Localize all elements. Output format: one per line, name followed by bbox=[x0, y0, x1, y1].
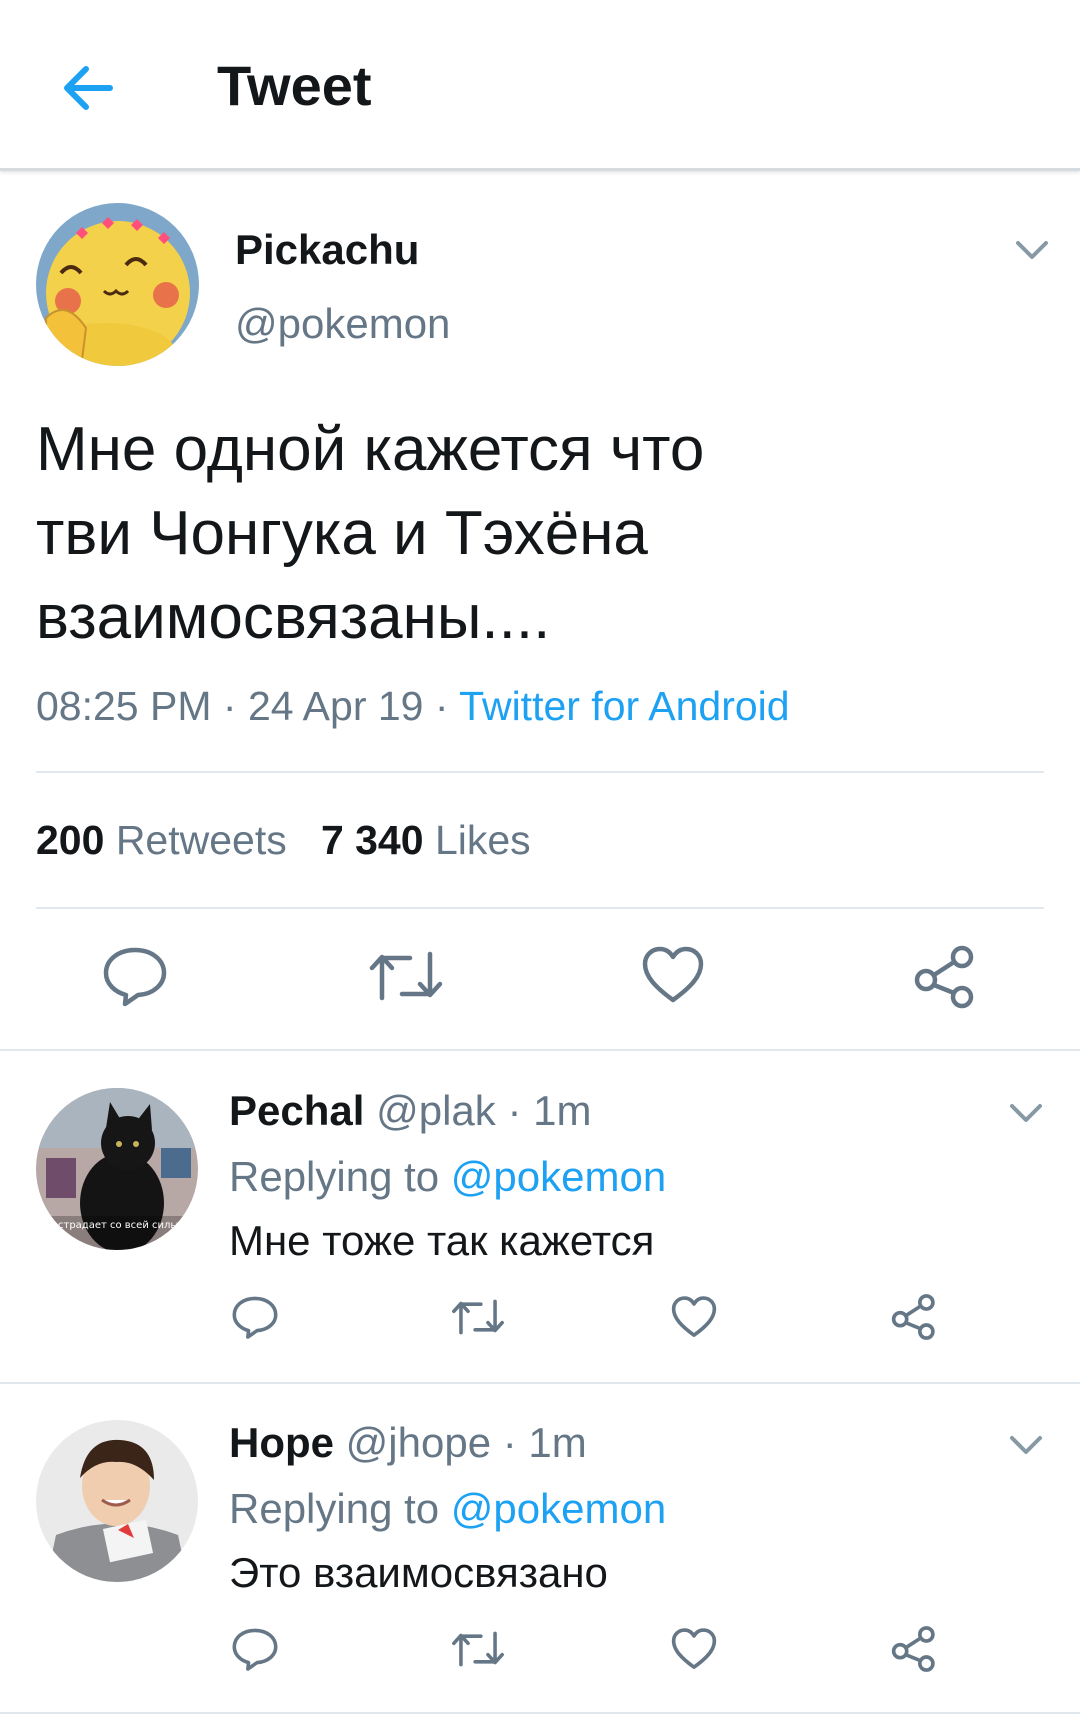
replying-to-mention[interactable]: @pokemon bbox=[451, 1153, 666, 1200]
divider bbox=[0, 1049, 1080, 1051]
reply-time: · 1m bbox=[495, 1087, 592, 1134]
reply-avatar[interactable]: страдает со всей силы bbox=[36, 1088, 198, 1250]
like-button[interactable] bbox=[670, 1294, 718, 1340]
tweet-date: 24 Apr 19 bbox=[247, 683, 424, 729]
reply-text: Мне тоже так кажется bbox=[229, 1217, 655, 1264]
tweet-text-line: Мне одной кажется что bbox=[36, 415, 705, 484]
retweet-icon bbox=[452, 1631, 504, 1667]
tweet-text: Мне одной кажется что тви Чонгука и Тэхё… bbox=[36, 408, 1036, 660]
retweet-button[interactable] bbox=[451, 1627, 505, 1671]
retweets-stat[interactable]: 200 Retweets bbox=[36, 817, 287, 863]
retweet-icon bbox=[452, 1299, 504, 1335]
divider bbox=[36, 771, 1044, 773]
page-title: Tweet bbox=[217, 54, 372, 117]
reply-header: Hope @jhope · 1m bbox=[229, 1415, 587, 1471]
like-icon bbox=[642, 946, 704, 1003]
tweet-stats: 200 Retweets 7 340 Likes bbox=[36, 812, 531, 868]
chevron-down-icon bbox=[1010, 1104, 1042, 1122]
like-button[interactable] bbox=[640, 944, 706, 1006]
replying-to-prefix: Replying to bbox=[229, 1153, 451, 1200]
likes-count: 7 340 bbox=[320, 817, 424, 863]
reply-time: · 1m bbox=[491, 1419, 587, 1466]
reply-icon bbox=[103, 947, 167, 1007]
retweets-count: 200 bbox=[36, 817, 105, 863]
share-button[interactable] bbox=[912, 944, 978, 1010]
replying-to: Replying to @pokemon bbox=[229, 1481, 666, 1537]
back-arrow-icon bbox=[64, 66, 113, 110]
retweet-icon bbox=[369, 951, 443, 1001]
reply-avatar[interactable] bbox=[36, 1420, 198, 1582]
replying-to-mention[interactable]: @pokemon bbox=[451, 1485, 666, 1532]
avatar-caption: страдает со всей силы bbox=[58, 1220, 178, 1231]
chevron-down-icon bbox=[1010, 1436, 1042, 1454]
reply-button[interactable] bbox=[230, 1293, 280, 1341]
retweets-label: Retweets bbox=[115, 817, 287, 863]
reply-author-handle[interactable]: @plak bbox=[376, 1087, 496, 1134]
retweet-button[interactable] bbox=[451, 1295, 505, 1339]
author-name[interactable]: Pickachu bbox=[235, 222, 419, 278]
share-icon bbox=[914, 945, 974, 1009]
divider bbox=[36, 907, 1044, 909]
tweet-text-line: тви Чонгука и Тэхёна bbox=[36, 499, 648, 568]
reply-header: Pechal @plak · 1m bbox=[229, 1083, 591, 1139]
tweet-text-line: взаимосвязаны.... bbox=[36, 583, 551, 652]
likes-stat[interactable]: 7 340 Likes bbox=[321, 817, 531, 863]
like-icon bbox=[671, 1296, 717, 1337]
top-app-bar: Tweet bbox=[0, 0, 1080, 171]
share-button[interactable] bbox=[890, 1625, 938, 1673]
tweet-time: 08:25 PM bbox=[36, 683, 212, 729]
author-avatar[interactable] bbox=[36, 203, 199, 366]
back-button[interactable] bbox=[52, 52, 124, 124]
reply-button[interactable] bbox=[230, 1625, 280, 1673]
meta-separator: · bbox=[211, 683, 248, 729]
likes-label: Likes bbox=[434, 817, 531, 863]
reply-icon bbox=[232, 1628, 278, 1671]
reply-button[interactable] bbox=[100, 944, 170, 1008]
share-icon bbox=[891, 1626, 935, 1672]
reply-menu-button[interactable] bbox=[1006, 1093, 1046, 1133]
tweet-meta: 08:25 PM · 24 Apr 19 · Twitter for Andro… bbox=[36, 678, 790, 734]
meta-separator: · bbox=[423, 683, 460, 729]
retweet-button[interactable] bbox=[368, 946, 444, 1006]
tweet-menu-button[interactable] bbox=[1012, 230, 1052, 270]
reply-author-name[interactable]: Pechal bbox=[229, 1087, 364, 1134]
share-icon bbox=[891, 1294, 935, 1340]
reply-author-name[interactable]: Hope bbox=[229, 1419, 334, 1466]
reply-text: Это взаимосвязано bbox=[229, 1549, 608, 1596]
reply-icon bbox=[232, 1296, 278, 1339]
like-button[interactable] bbox=[670, 1626, 718, 1672]
share-button[interactable] bbox=[890, 1293, 938, 1341]
replying-to: Replying to @pokemon bbox=[229, 1149, 666, 1205]
reply-menu-button[interactable] bbox=[1006, 1425, 1046, 1465]
like-icon bbox=[671, 1628, 717, 1669]
tweet-source-link[interactable]: Twitter for Android bbox=[459, 683, 789, 729]
reply-author-handle[interactable]: @jhope bbox=[346, 1419, 491, 1466]
author-handle[interactable]: @pokemon bbox=[235, 296, 450, 352]
replying-to-prefix: Replying to bbox=[229, 1485, 451, 1532]
chevron-down-icon bbox=[1016, 241, 1048, 259]
divider bbox=[0, 1382, 1080, 1384]
divider bbox=[0, 1712, 1080, 1714]
